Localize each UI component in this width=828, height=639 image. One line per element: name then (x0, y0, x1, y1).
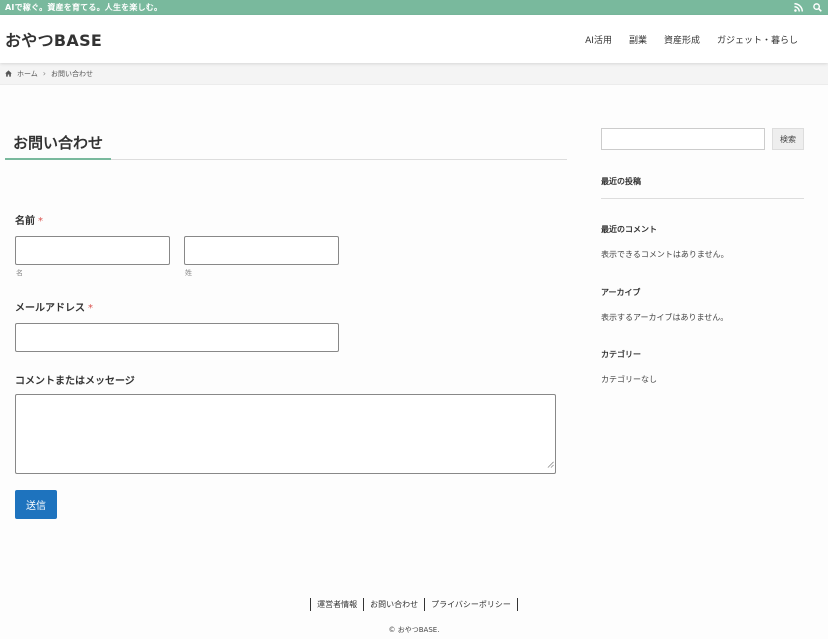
footer-links: 運営者情報 お問い合わせ プライバシーポリシー (310, 598, 518, 611)
page-title-wrap: お問い合わせ (5, 129, 567, 160)
top-bar: AIで稼ぐ。資産を育てる。人生を楽しむ。 (0, 0, 828, 15)
nav-item-assets[interactable]: 資産形成 (664, 33, 700, 46)
home-icon (5, 70, 12, 77)
breadcrumb-separator: › (42, 69, 46, 78)
email-field[interactable] (15, 323, 339, 352)
widget-divider (601, 198, 804, 199)
comment-textarea[interactable] (15, 394, 556, 474)
archives-title: アーカイブ (601, 288, 641, 297)
footer-nav: 運営者情報 お問い合わせ プライバシーポリシー (0, 598, 828, 611)
global-nav: AI活用 副業 資産形成 ガジェット・暮らし (585, 33, 798, 46)
breadcrumb: ホーム › お問い合わせ (0, 63, 828, 85)
footer-link-privacy[interactable]: プライバシーポリシー (424, 598, 517, 611)
main-area: お問い合わせ 名前 * 名 姓 メールアドレス * コメントまたはメッセージ 送信 (0, 85, 828, 585)
footer-link-contact[interactable]: お問い合わせ (363, 598, 424, 611)
rss-icon[interactable] (794, 3, 803, 12)
nav-item-ai[interactable]: AI活用 (585, 33, 612, 46)
comment-label: コメントまたはメッセージ (15, 376, 135, 387)
site-tagline: AIで稼ぐ。資産を育てる。人生を楽しむ。 (5, 3, 163, 12)
name-label-text: 名前 (15, 216, 35, 227)
site-title[interactable]: おやつBASE (5, 27, 102, 51)
breadcrumb-home[interactable]: ホーム (17, 69, 38, 79)
sidebar-search-button[interactable]: 検索 (772, 128, 804, 150)
first-name-field[interactable] (15, 236, 170, 265)
archives-empty: 表示するアーカイブはありません。 (601, 313, 729, 322)
recent-comments-empty: 表示できるコメントはありません。 (601, 250, 729, 259)
categories-empty: カテゴリーなし (601, 375, 657, 384)
email-label: メールアドレス * (15, 299, 93, 314)
required-mark: * (38, 216, 43, 227)
email-label-text: メールアドレス (15, 303, 85, 314)
topbar-icons (794, 3, 822, 12)
categories-title: カテゴリー (601, 350, 641, 359)
last-name-field[interactable] (184, 236, 339, 265)
site-header: おやつBASE AI活用 副業 資産形成 ガジェット・暮らし (0, 15, 828, 63)
sidebar-search-input[interactable] (601, 128, 765, 150)
footer-link-operator[interactable]: 運営者情報 (311, 598, 363, 611)
first-name-sublabel: 名 (16, 269, 23, 277)
nav-item-side-job[interactable]: 副業 (629, 33, 647, 46)
required-mark: * (88, 303, 93, 314)
recent-posts-title: 最近の投稿 (601, 177, 641, 186)
name-label: 名前 * (15, 212, 43, 227)
resize-grip-icon[interactable] (547, 453, 554, 472)
breadcrumb-current: お問い合わせ (51, 69, 93, 78)
copyright: © おやつBASE. (388, 626, 440, 634)
recent-comments-title: 最近のコメント (601, 225, 657, 234)
last-name-sublabel: 姓 (185, 269, 192, 277)
submit-button[interactable]: 送信 (15, 490, 57, 519)
nav-item-gadgets[interactable]: ガジェット・暮らし (717, 33, 798, 46)
search-icon[interactable] (813, 3, 822, 12)
page-title: お問い合わせ (5, 129, 112, 160)
